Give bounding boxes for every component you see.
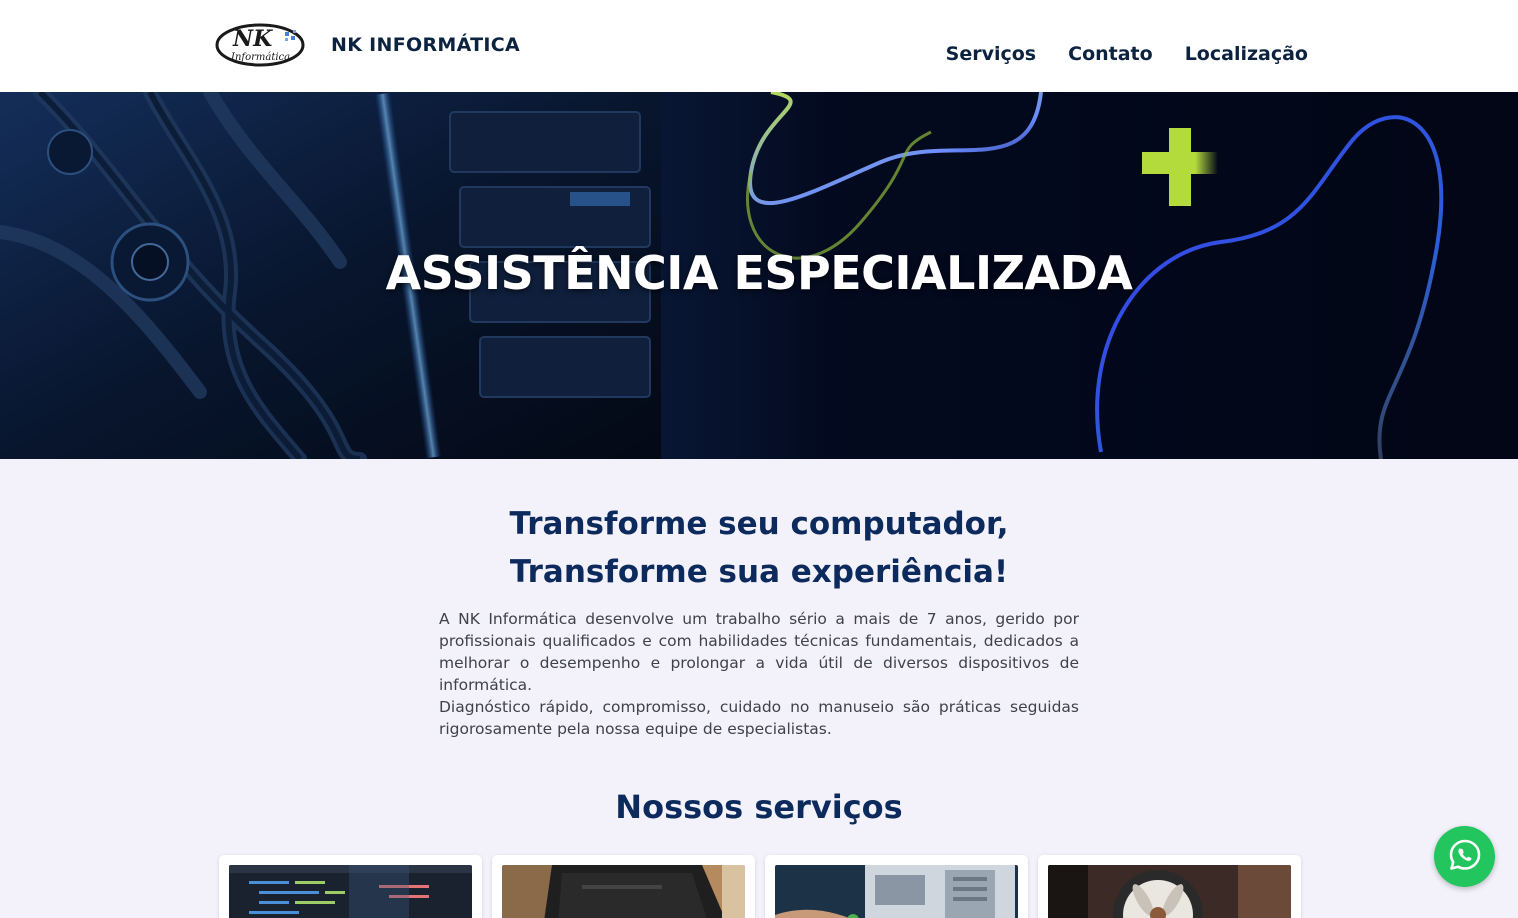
site-header: NK Informática NK INFORMÁTICA Serviços C… (0, 0, 1518, 92)
service-card[interactable] (1038, 855, 1301, 918)
nav-link-contato[interactable]: Contato (1068, 43, 1153, 65)
services-cards (219, 855, 1301, 918)
fan-cleaning-photo (1048, 865, 1291, 918)
hero-title: ASSISTÊNCIA ESPECIALIZADA (385, 246, 1133, 300)
services-title: Nossos serviços (615, 788, 903, 826)
whatsapp-icon (1447, 837, 1483, 877)
nav-link-localizacao[interactable]: Localização (1185, 43, 1308, 65)
intro-paragraph: A NK Informática desenvolve um trabalho … (439, 608, 1079, 740)
svg-text:NK: NK (232, 26, 273, 52)
intro-heading: Transforme seu computador, Transforme su… (439, 500, 1079, 596)
computer-case-photo (502, 865, 745, 918)
nk-logo[interactable]: NK Informática (215, 22, 307, 68)
intro-paragraph-1: A NK Informática desenvolve um trabalho … (439, 610, 1079, 694)
code-monitor-photo (229, 865, 472, 918)
intro-heading-line2: Transforme sua experiência! (509, 554, 1009, 590)
brand-name[interactable]: NK INFORMÁTICA (331, 34, 520, 56)
intro-heading-line1: Transforme seu computador, (509, 506, 1009, 542)
hero-banner: ASSISTÊNCIA ESPECIALIZADA (0, 92, 1518, 459)
pc-repair-photo (775, 865, 1018, 918)
whatsapp-button[interactable] (1434, 826, 1495, 887)
intro-paragraph-2: Diagnóstico rápido, compromisso, cuidado… (439, 698, 1079, 738)
nav-link-servicos[interactable]: Serviços (946, 43, 1036, 65)
main-nav: Serviços Contato Localização (946, 43, 1308, 65)
service-card[interactable] (219, 855, 482, 918)
intro-section: Transforme seu computador, Transforme su… (439, 500, 1079, 740)
service-card[interactable] (765, 855, 1028, 918)
svg-text:Informática: Informática (230, 52, 290, 63)
service-card[interactable] (492, 855, 755, 918)
